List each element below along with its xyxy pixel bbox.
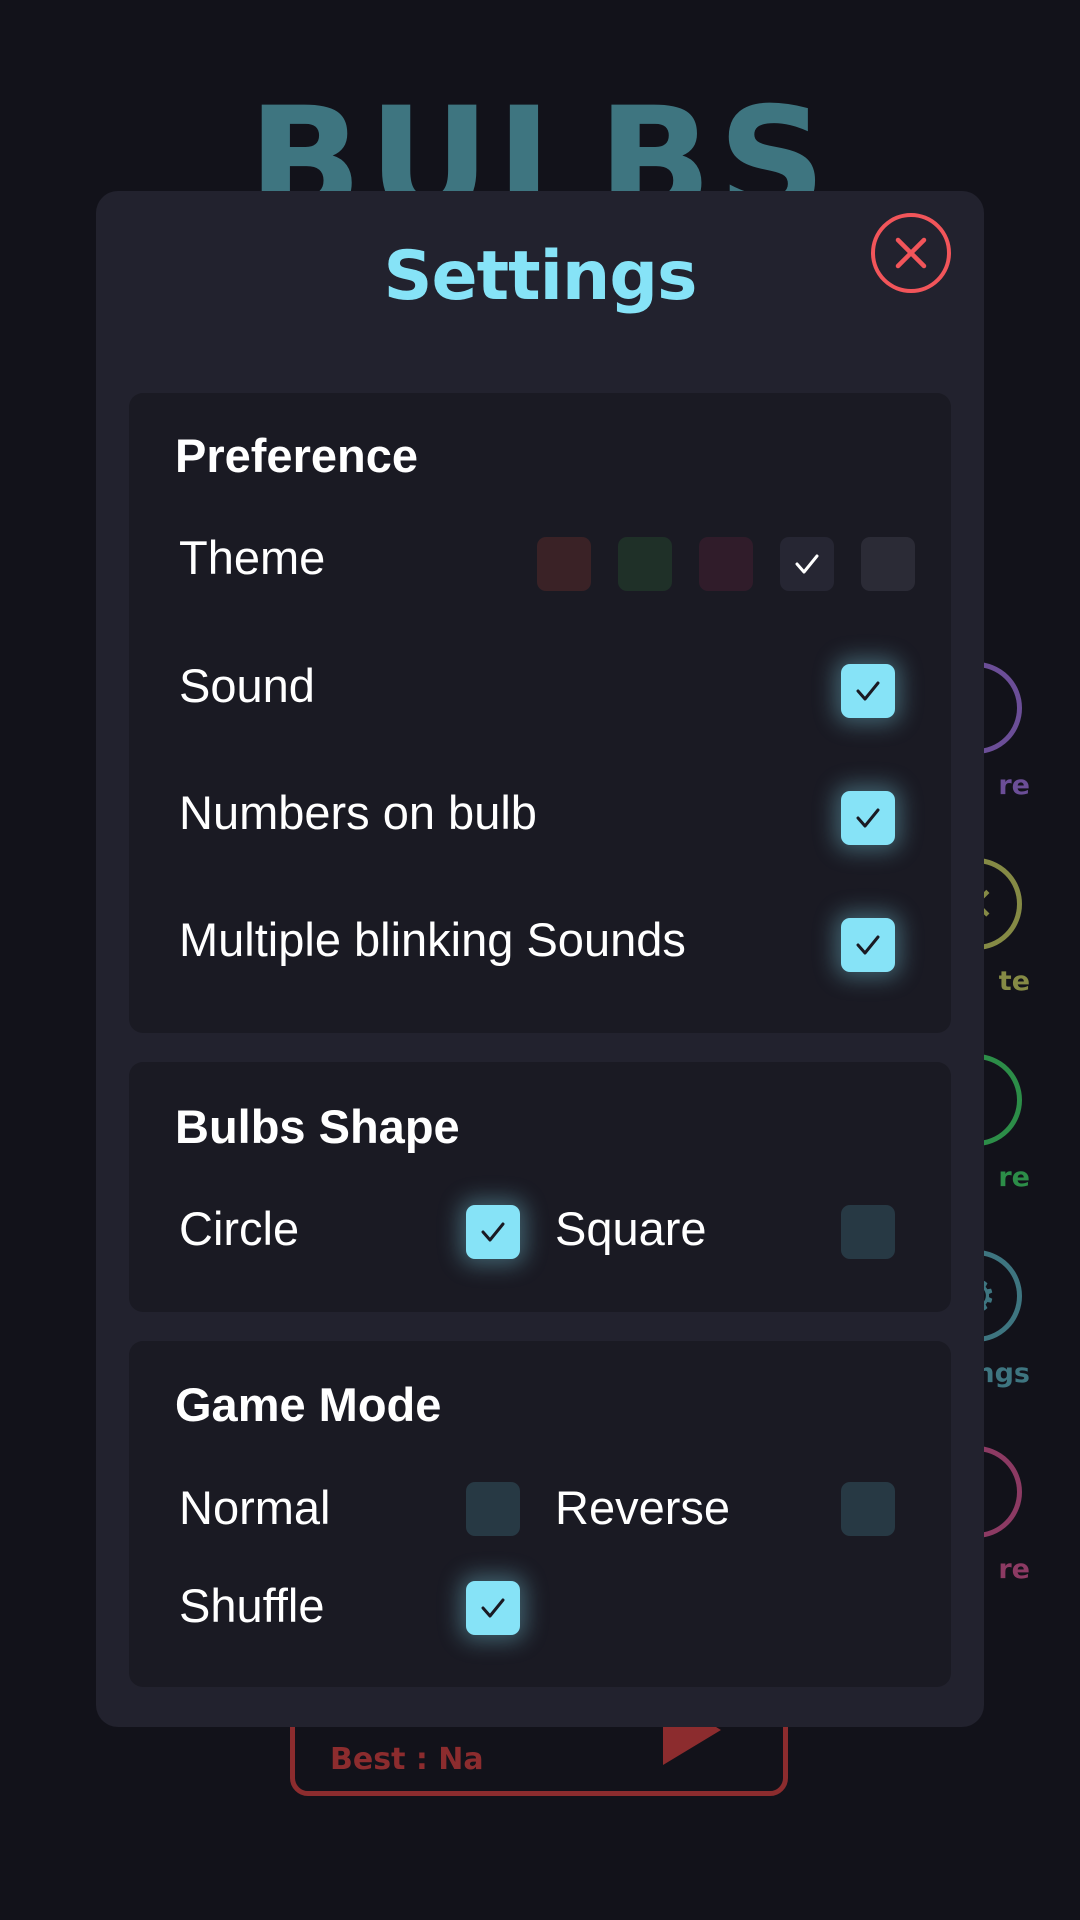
reverse-label: Reverse <box>555 1481 731 1534</box>
check-icon <box>481 1598 505 1618</box>
square-label: Square <box>555 1202 707 1255</box>
best-score: Best : Na <box>330 1742 484 1777</box>
multiple-blinking-sounds-checkbox[interactable] <box>841 918 895 972</box>
modal-title: Settings <box>383 237 698 316</box>
preference-section: Preference Theme Sound Numbers on bulb M… <box>129 393 951 1033</box>
normal-checkbox[interactable] <box>466 1482 520 1536</box>
game-mode-title: Game Mode <box>175 1378 442 1431</box>
theme-swatch-dark-selected[interactable] <box>780 537 834 591</box>
close-button[interactable] <box>871 213 951 293</box>
check-icon <box>795 554 819 574</box>
settings-modal: Settings Preference Theme Sound Numbers … <box>96 191 984 1727</box>
close-icon <box>895 237 927 269</box>
numbers-on-bulb-label: Numbers on bulb <box>179 786 537 839</box>
theme-label: Theme <box>179 531 326 584</box>
preference-title: Preference <box>175 429 418 482</box>
theme-swatch-gray[interactable] <box>861 537 915 591</box>
game-mode-section: Game Mode Normal Reverse Shuffle <box>129 1341 951 1687</box>
reverse-checkbox[interactable] <box>841 1482 895 1536</box>
check-icon <box>856 808 880 828</box>
square-checkbox[interactable] <box>841 1205 895 1259</box>
theme-swatch-green[interactable] <box>618 537 672 591</box>
shuffle-label: Shuffle <box>179 1579 325 1632</box>
numbers-on-bulb-checkbox[interactable] <box>841 791 895 845</box>
bulbs-shape-section: Bulbs Shape Circle Square <box>129 1062 951 1312</box>
sound-checkbox[interactable] <box>841 664 895 718</box>
check-icon <box>856 935 880 955</box>
multiple-blinking-sounds-label: Multiple blinking Sounds <box>179 913 686 966</box>
bulbs-shape-title: Bulbs Shape <box>175 1100 460 1153</box>
normal-label: Normal <box>179 1481 331 1534</box>
theme-swatch-red[interactable] <box>537 537 591 591</box>
shuffle-checkbox[interactable] <box>466 1581 520 1635</box>
check-icon <box>856 681 880 701</box>
circle-label: Circle <box>179 1202 300 1255</box>
theme-swatch-purple[interactable] <box>699 537 753 591</box>
check-icon <box>481 1222 505 1242</box>
sound-label: Sound <box>179 659 315 712</box>
circle-checkbox[interactable] <box>466 1205 520 1259</box>
